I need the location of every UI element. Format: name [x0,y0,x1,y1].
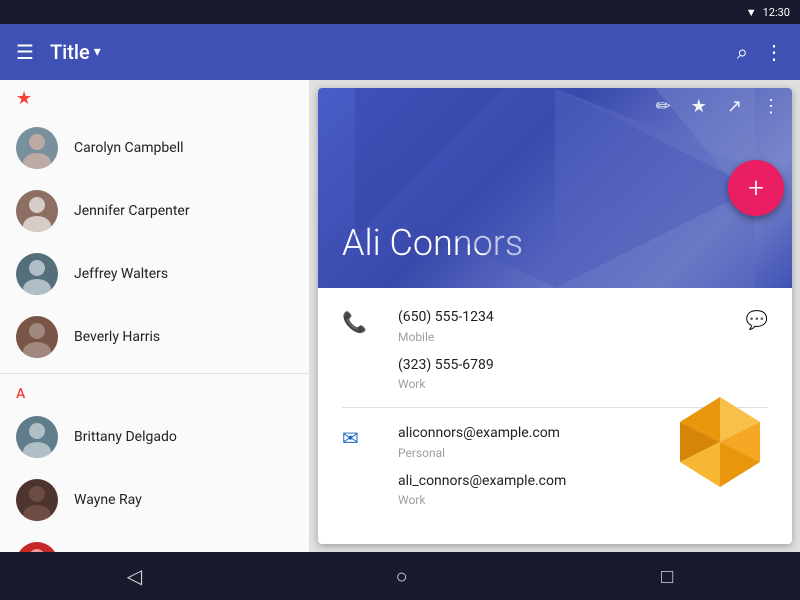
detail-contact-name: Ali Connors [318,222,792,264]
avatar-img-beverly [16,316,58,358]
contact-name-jennifer: Jennifer Carpenter [74,203,190,219]
avatar-wayne [16,479,58,521]
star-action-icon[interactable]: ★ [691,96,707,117]
detail-more-icon[interactable]: ⋮ [762,96,780,117]
share-icon[interactable]: ↗ [727,96,742,117]
fab-button[interactable]: + [728,160,784,216]
email-row: ✉ aliconnors@example.com Personal ali_co… [318,412,792,519]
avatar-jeffrey [16,253,58,295]
main-content: ★ Carolyn Campbell Jen [0,80,800,552]
avatar-rachel [16,542,58,552]
email-work-value: ali_connors@example.com [398,472,768,492]
avatar-img-jeffrey [16,253,58,295]
contact-name-brittany: Brittany Delgado [74,429,177,445]
home-button[interactable]: ○ [372,556,432,597]
detail-body: 📞 (650) 555-1234 Mobile (323) 555-6789 W… [318,288,792,544]
app-container: ☰ Title ▾ ⌕ ⋮ ★ Carolyn Campbell [0,24,800,600]
contacts-list: ★ Carolyn Campbell Jen [0,80,310,552]
signal-icon: ▼ [746,6,757,19]
email-work-label: Work [398,493,768,507]
star-section-icon: ★ [16,88,32,109]
top-bar-actions: ⌕ ⋮ [737,40,784,64]
app-title: Title [50,40,90,64]
search-icon[interactable]: ⌕ [737,40,748,64]
phone-icon: 📞 [342,310,366,334]
avatar-img-jennifer [16,190,58,232]
section-divider [0,373,309,374]
detail-divider [342,407,768,408]
top-bar: ☰ Title ▾ ⌕ ⋮ [0,24,800,80]
avatar-jennifer [16,190,58,232]
edit-icon[interactable]: ✏ [656,96,671,117]
contact-name-carolyn: Carolyn Campbell [74,140,184,156]
avatar-beverly [16,316,58,358]
phone-work-label: Work [398,377,714,391]
phone-mobile-value: (650) 555-1234 [398,308,714,328]
back-button[interactable]: ◁ [103,556,166,596]
avatar-img-rachel [16,542,58,552]
email-icon: ✉ [342,426,366,450]
avatar-img-wayne [16,479,58,521]
avatar-carolyn [16,127,58,169]
starred-section-header: ★ [0,80,309,117]
dropdown-arrow-icon: ▾ [94,44,101,60]
more-options-icon[interactable]: ⋮ [764,40,784,64]
contact-name-jeffrey: Jeffrey Walters [74,266,168,282]
time-display: 12:30 [763,6,790,19]
contact-item-brittany[interactable]: Brittany Delgado [0,406,309,469]
bottom-navigation: ◁ ○ □ [0,552,800,600]
contact-name-beverly: Beverly Harris [74,329,160,345]
phone-content: (650) 555-1234 Mobile (323) 555-6789 Wor… [398,308,714,391]
contact-item-jennifer[interactable]: Jennifer Carpenter [0,180,309,243]
contact-item-beverly[interactable]: Beverly Harris [0,306,309,369]
contact-name-wayne: Wayne Ray [74,492,142,508]
fab-plus-icon: + [748,174,764,202]
detail-panel: ✏ ★ ↗ ⋮ Ali Connors 📞 (650) 555-1234 Mob… [318,88,792,544]
phone-row: 📞 (650) 555-1234 Mobile (323) 555-6789 W… [318,296,792,403]
contact-item-carolyn[interactable]: Carolyn Campbell [0,117,309,180]
avatar-brittany [16,416,58,458]
detail-header: ✏ ★ ↗ ⋮ Ali Connors [318,88,792,288]
detail-header-actions: ✏ ★ ↗ ⋮ [318,88,792,125]
contact-item-rachel[interactable]: Rachel Ross [0,532,309,552]
contact-item-wayne[interactable]: Wayne Ray [0,469,309,532]
status-bar: ▼ 12:30 [0,0,800,24]
title-dropdown[interactable]: Title ▾ [50,40,721,64]
email-personal-label: Personal [398,446,768,460]
contact-item-jeffrey[interactable]: Jeffrey Walters [0,243,309,306]
avatar-img-carolyn [16,127,58,169]
email-content: aliconnors@example.com Personal ali_conn… [398,424,768,507]
message-icon[interactable]: 💬 [746,310,768,331]
email-personal-value: aliconnors@example.com [398,424,768,444]
a-section-header: A [0,378,309,406]
phone-mobile-label: Mobile [398,330,714,344]
avatar-img-brittany [16,416,58,458]
phone-work-value: (323) 555-6789 [398,356,714,376]
menu-icon[interactable]: ☰ [16,40,34,64]
recent-button[interactable]: □ [637,556,697,597]
